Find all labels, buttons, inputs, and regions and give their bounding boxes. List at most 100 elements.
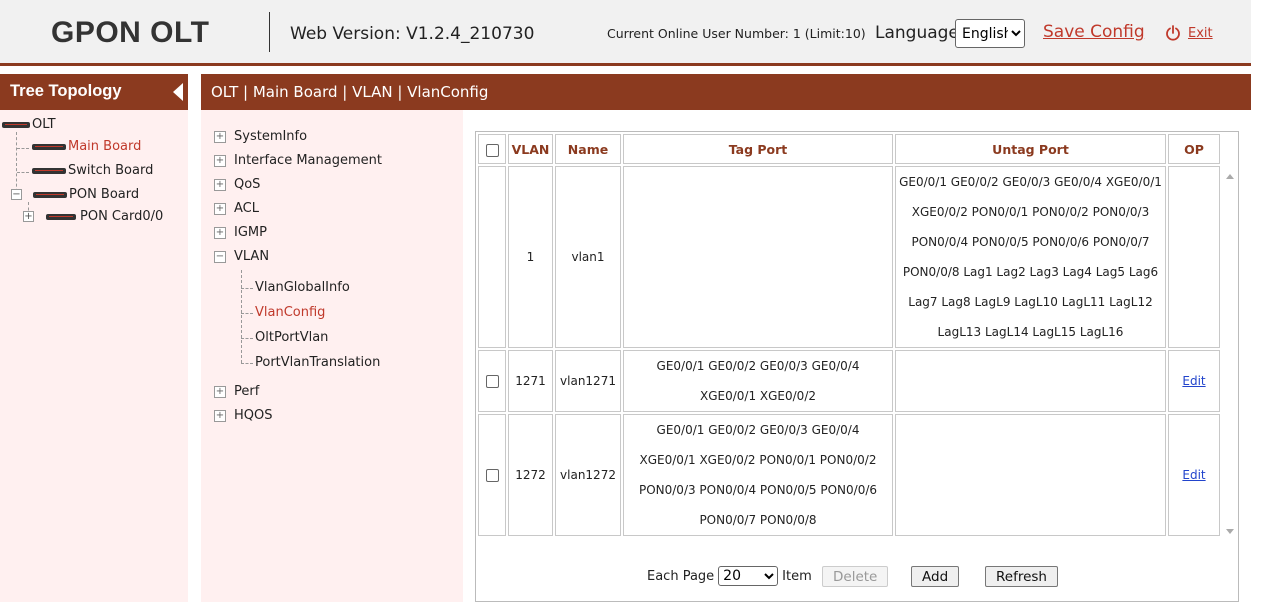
untag-port-cell — [895, 414, 1166, 536]
menu-label: HQOS — [234, 408, 273, 423]
language-label: Language — [875, 23, 959, 43]
menu-label: Perf — [234, 384, 260, 399]
tree-connector — [241, 288, 253, 289]
header-bar: GPON OLT Web Version: V1.2.4_210730 Curr… — [0, 0, 1251, 66]
menu-label: QoS — [234, 177, 261, 192]
menu-label: VLAN — [234, 249, 270, 264]
vlan-name-cell: vlan1272 — [555, 414, 621, 536]
function-menu: + SystemInfo + Interface Management + Qo… — [201, 110, 463, 602]
edit-link[interactable]: Edit — [1182, 374, 1205, 388]
vlan-id-cell: 1271 — [508, 350, 553, 412]
menu-label: Interface Management — [234, 153, 382, 168]
vlan-name-cell: vlan1271 — [555, 350, 621, 412]
submenu-vlanglobalinfo[interactable]: VlanGlobalInfo — [255, 280, 350, 295]
expand-icon[interactable]: + — [214, 130, 226, 143]
column-header-vlan: VLAN — [508, 134, 553, 164]
menu-item-perf[interactable]: + Perf — [214, 384, 259, 399]
each-page-label: Each Page — [647, 568, 715, 584]
refresh-button[interactable]: Refresh — [985, 566, 1058, 587]
expand-pon-card-icon[interactable]: + — [23, 211, 34, 222]
expand-icon[interactable]: + — [214, 154, 226, 167]
tree-node-olt[interactable]: OLT — [2, 117, 56, 132]
row-checkbox[interactable] — [485, 469, 499, 482]
tree-topology-title: Tree Topology — [10, 82, 122, 100]
online-user-count: Current Online User Number: 1 (Limit:10) — [607, 26, 866, 41]
expand-icon[interactable]: + — [214, 409, 226, 422]
tag-port-cell — [623, 166, 893, 348]
column-header-op: OP — [1168, 134, 1220, 164]
tree-connector — [241, 313, 253, 314]
menu-item-hqos[interactable]: + HQOS — [214, 408, 273, 423]
tree-connector — [241, 363, 253, 364]
breadcrumb: OLT | Main Board | VLAN | VlanConfig — [211, 83, 489, 101]
scroll-up-arrow-icon[interactable] — [1226, 174, 1234, 179]
tree-node-label: OLT — [32, 117, 56, 132]
delete-button[interactable]: Delete — [822, 566, 889, 587]
menu-label: ACL — [234, 201, 259, 216]
exit-link[interactable]: Exit — [1188, 26, 1213, 41]
add-button[interactable]: Add — [911, 566, 960, 587]
board-device-icon — [32, 167, 66, 174]
menu-item-vlan[interactable]: − VLAN — [214, 249, 269, 264]
language-select[interactable]: English — [955, 19, 1025, 48]
scroll-down-arrow-icon[interactable] — [1226, 529, 1234, 534]
table-header-row: VLAN Name Tag Port Untag Port OP — [478, 134, 1220, 164]
vlan-id-cell: 1 — [508, 166, 553, 348]
save-config-link[interactable]: Save Config — [1043, 22, 1145, 42]
vlan-name-cell: vlan1 — [555, 166, 621, 348]
row-select-cell[interactable] — [478, 414, 506, 536]
menu-item-igmp[interactable]: + IGMP — [214, 225, 267, 240]
expand-icon[interactable]: + — [214, 385, 226, 398]
row-checkbox[interactable] — [485, 375, 499, 388]
page-size-select[interactable]: 20 — [718, 566, 779, 586]
collapse-icon[interactable]: − — [214, 250, 226, 263]
tree-topology-header: Tree Topology — [0, 74, 188, 110]
menu-item-qos[interactable]: + QoS — [214, 177, 260, 192]
table-row: 1272 vlan1272 GE0/0/1 GE0/0/2 GE0/0/3 GE… — [478, 414, 1220, 536]
vlan-config-table: VLAN Name Tag Port Untag Port OP 1 vlan1… — [476, 132, 1222, 538]
op-cell: Edit — [1168, 414, 1220, 536]
tree-connector — [17, 148, 29, 149]
tree-topology-panel: Tree Topology OLT Main Board Switch Boar… — [0, 74, 188, 602]
tree-node-label: Main Board — [68, 139, 142, 154]
expand-icon[interactable]: + — [214, 226, 226, 239]
tree-node-label: PON Card0/0 — [80, 209, 164, 224]
collapse-arrow-icon[interactable] — [173, 83, 183, 101]
row-select-cell[interactable] — [478, 350, 506, 412]
table-row: 1 vlan1 GE0/0/1 GE0/0/2 GE0/0/3 GE0/0/4 … — [478, 166, 1220, 348]
expand-icon[interactable]: + — [214, 178, 226, 191]
edit-link[interactable]: Edit — [1182, 468, 1205, 482]
column-header-name: Name — [555, 134, 621, 164]
tree-node-label: PON Board — [69, 187, 140, 202]
tree-connector — [241, 270, 242, 363]
row-select-cell — [478, 166, 506, 348]
tree-node-label: Switch Board — [68, 163, 154, 178]
header-divider — [269, 12, 270, 52]
tree-node-pon-card[interactable]: PON Card0/0 — [46, 209, 163, 224]
tree-node-switch-board[interactable]: Switch Board — [32, 163, 153, 178]
board-device-icon — [33, 191, 67, 198]
menu-label: IGMP — [234, 225, 267, 240]
menu-item-acl[interactable]: + ACL — [214, 201, 259, 216]
board-device-icon — [32, 143, 66, 150]
vlan-id-cell: 1272 — [508, 414, 553, 536]
submenu-oltportvlan[interactable]: OltPortVlan — [255, 330, 328, 345]
exit-button[interactable]: Exit — [1165, 25, 1213, 41]
submenu-portvlantranslation[interactable]: PortVlanTranslation — [255, 355, 380, 370]
expand-icon[interactable]: + — [214, 202, 226, 215]
table-scrollbar[interactable] — [1222, 170, 1238, 538]
tree-connector — [16, 132, 17, 197]
expand-pon-board-icon[interactable]: − — [11, 189, 22, 200]
tag-port-cell: GE0/0/1 GE0/0/2 GE0/0/3 GE0/0/4 XGE0/0/1… — [623, 414, 893, 536]
tree-node-main-board[interactable]: Main Board — [32, 139, 141, 154]
select-all-header[interactable] — [478, 134, 506, 164]
tree-node-pon-board[interactable]: PON Board — [33, 187, 139, 202]
menu-item-interface-management[interactable]: + Interface Management — [214, 153, 382, 168]
menu-item-systeminfo[interactable]: + SystemInfo — [214, 129, 307, 144]
pager: Each Page 20 Item — [647, 566, 812, 586]
item-label: Item — [782, 568, 812, 584]
select-all-checkbox[interactable] — [485, 143, 499, 157]
submenu-vlanconfig[interactable]: VlanConfig — [255, 305, 325, 320]
olt-device-icon — [2, 121, 30, 128]
main-header-bar: OLT | Main Board | VLAN | VlanConfig — [201, 74, 1251, 110]
